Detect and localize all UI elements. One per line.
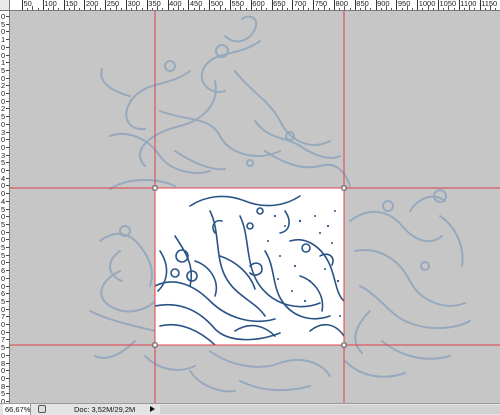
left-ruler-label: 5 — [1, 65, 6, 75]
top-ruler-label: 850 — [356, 0, 369, 8]
status-bar: 66,67% Doc: 3,52M/29,2M — [0, 403, 500, 415]
artwork — [10, 11, 500, 403]
top-ruler-label: 300 — [127, 0, 141, 8]
left-ruler-label: 0 — [1, 320, 6, 329]
left-ruler-label: 5 — [1, 243, 6, 252]
top-ruler-label: 600 — [252, 0, 265, 8]
top-ruler-label: 150 — [65, 0, 78, 8]
top-ruler-label: 550 — [231, 0, 245, 8]
top-ruler-label: 100 — [44, 0, 57, 8]
top-ruler-label: 50 — [23, 0, 32, 8]
document-size: Doc: 3,52M/29,2M — [74, 405, 136, 414]
hand-tool-icon[interactable] — [38, 405, 46, 413]
handle-top-left[interactable] — [152, 185, 158, 191]
handle-top-right[interactable] — [341, 185, 347, 191]
document-canvas[interactable] — [10, 11, 500, 403]
top-ruler-label: 500 — [210, 0, 224, 8]
left-ruler-label: 5 — [1, 219, 6, 229]
top-ruler-label: 800 — [335, 0, 349, 8]
left-ruler-label: 5 — [1, 296, 6, 306]
status-bar-fill — [160, 405, 500, 414]
left-ruler-label: 0 — [1, 12, 6, 21]
left-ruler[interactable]: 0501001502002503003504004505005506006507… — [0, 11, 10, 403]
left-ruler-label: 0 — [1, 373, 6, 383]
handle-bottom-right[interactable] — [341, 342, 347, 348]
left-ruler-label: 0 — [1, 350, 6, 360]
top-ruler-label: 950 — [397, 0, 411, 8]
left-ruler-label: 4 — [1, 196, 6, 206]
zoom-level-field[interactable]: 66,67% — [3, 404, 31, 415]
faded-pattern-top — [100, 15, 351, 190]
status-menu-arrow-icon[interactable] — [150, 406, 155, 412]
top-ruler-label: 450 — [189, 0, 203, 8]
left-ruler-label: 0 — [1, 42, 6, 52]
left-ruler-label: 0 — [1, 166, 6, 175]
top-ruler-label: 900 — [377, 0, 390, 8]
top-ruler-label: 200 — [85, 0, 99, 8]
handle-bottom-left[interactable] — [152, 342, 158, 348]
left-ruler-label: 0 — [1, 89, 6, 98]
left-ruler-label: 0 — [1, 142, 6, 152]
left-ruler-label: 0 — [1, 273, 6, 283]
top-ruler[interactable]: 50 100 150 200 250 300 350 400 450 500 550 600 650 70… — [0, 0, 500, 11]
top-ruler-label: 750 — [314, 0, 328, 8]
faded-pattern-right — [344, 189, 471, 378]
top-ruler-label: 700 — [293, 0, 307, 8]
ruler-origin[interactable] — [0, 0, 10, 11]
top-ruler-label: 400 — [169, 0, 182, 8]
top-ruler-label: 250 — [106, 0, 120, 8]
faded-pattern-bottom — [189, 350, 331, 393]
top-ruler-label: 350 — [148, 0, 161, 8]
top-ruler-label: 650 — [273, 0, 286, 8]
left-ruler-label: 0 — [1, 119, 6, 129]
